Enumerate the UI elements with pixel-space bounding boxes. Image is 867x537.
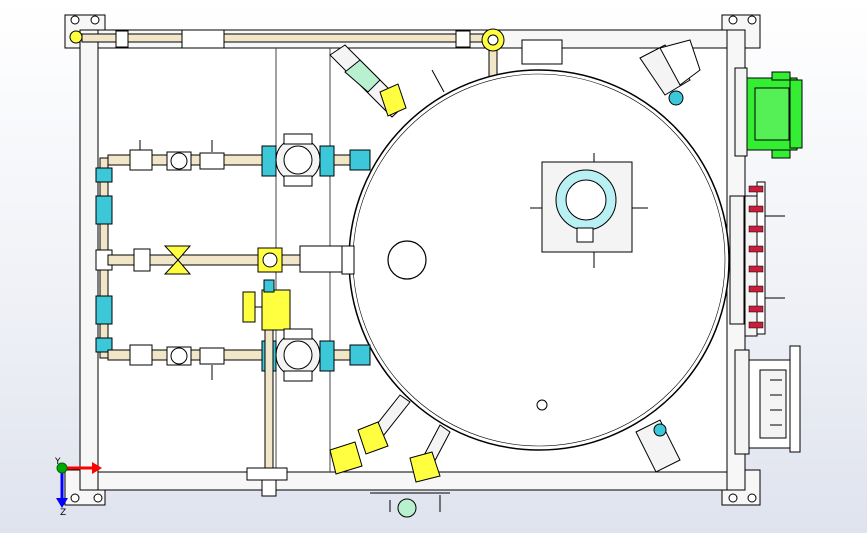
bottom-bracket — [370, 492, 450, 518]
right-flange — [729, 181, 766, 337]
main-vessel — [348, 69, 730, 451]
cad-drawing: Y Z — [54, 14, 803, 518]
frame-rail-bottom — [79, 471, 746, 491]
hole-icon — [70, 15, 80, 25]
frame-rail-left — [79, 29, 99, 491]
hole-icon — [747, 15, 757, 25]
hole-icon — [93, 493, 103, 503]
vessel-port — [387, 240, 427, 280]
gearbox-bottom — [734, 345, 801, 455]
hole-icon — [747, 493, 757, 503]
hole-icon — [728, 15, 738, 25]
y-axis-label: Y — [54, 457, 61, 467]
flange-studs — [765, 215, 785, 299]
z-axis-label: Z — [60, 508, 66, 518]
cad-viewport[interactable]: Y Z — [0, 0, 867, 533]
green-motor — [734, 67, 803, 159]
hole-icon — [728, 493, 738, 503]
vessel-small-port — [536, 399, 548, 411]
hole-icon — [70, 493, 80, 503]
hole-icon — [90, 15, 100, 25]
